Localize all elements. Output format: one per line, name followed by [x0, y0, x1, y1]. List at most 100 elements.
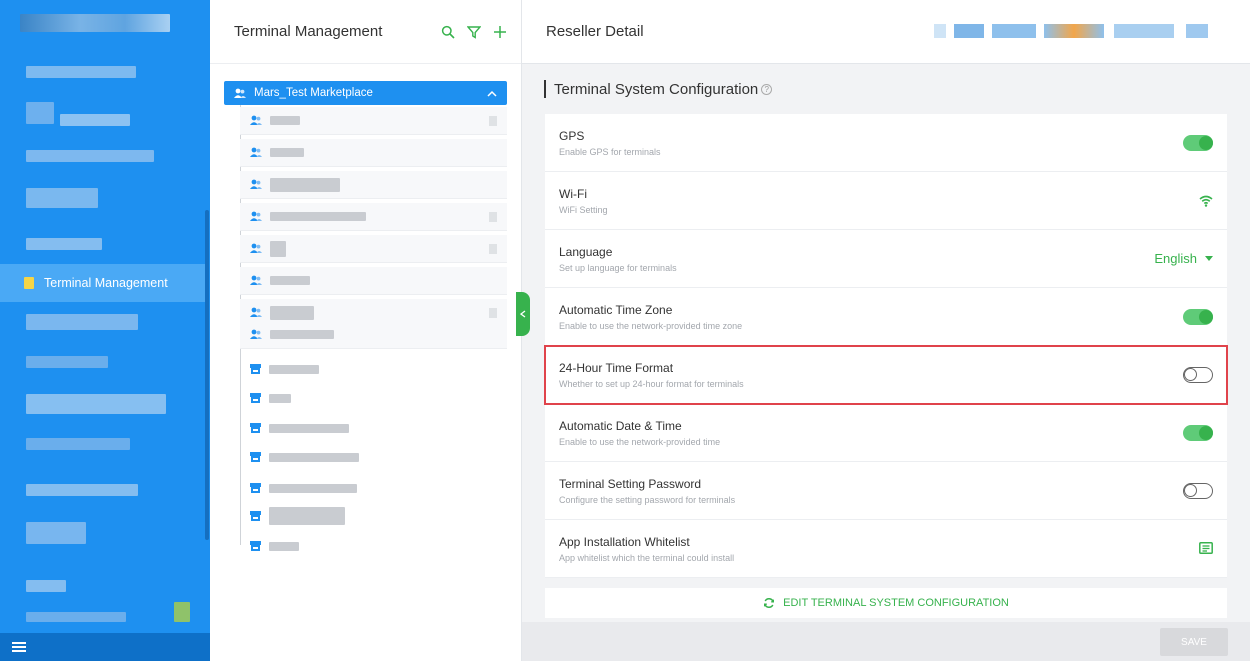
redacted-name — [270, 330, 334, 339]
config-name: Language — [559, 244, 613, 259]
tree-node-reseller[interactable] — [240, 321, 507, 349]
config-desc: Whether to set up 24-hour format for ter… — [559, 378, 744, 389]
redacted-name — [270, 212, 366, 221]
config-texts: Language Set up language for terminals — [559, 245, 1154, 273]
config-texts: 24-Hour Time Format Whether to set up 24… — [559, 361, 1183, 389]
sidebar-item[interactable] — [26, 484, 138, 496]
users-icon — [250, 115, 262, 125]
users-icon — [250, 307, 262, 317]
sidebar-item[interactable] — [26, 612, 126, 622]
sidebar-item[interactable] — [26, 150, 154, 162]
tree-node-merchant[interactable] — [240, 502, 507, 530]
sidebar-scrollbar[interactable] — [205, 210, 209, 540]
config-row-24-hour-format: 24-Hour Time Format Whether to set up 24… — [544, 345, 1228, 405]
toggle-knob — [1199, 425, 1213, 440]
redacted-name — [269, 507, 345, 525]
redacted-name — [269, 423, 349, 433]
setting-password-toggle[interactable] — [1183, 482, 1213, 499]
edit-config-button[interactable]: EDIT TERMINAL SYSTEM CONFIGURATION — [545, 588, 1227, 618]
redacted-badge — [489, 115, 497, 126]
detail-panel: Reseller Detail Terminal System Configur… — [522, 0, 1250, 661]
language-select[interactable]: English — [1154, 251, 1213, 266]
store-icon — [250, 452, 261, 462]
tree-node-reseller[interactable] — [240, 139, 507, 167]
users-icon — [250, 211, 262, 221]
add-icon[interactable] — [493, 25, 507, 39]
section-title-text: Terminal System Configuration — [554, 80, 759, 98]
sidebar-item[interactable] — [26, 238, 102, 250]
tree-node-reseller[interactable] — [240, 107, 507, 135]
sidebar-item[interactable] — [60, 114, 130, 126]
tree-panel-header: Terminal Management — [210, 0, 521, 64]
tree-node-merchant[interactable] — [240, 474, 507, 502]
users-icon — [250, 275, 262, 285]
users-icon — [234, 88, 246, 98]
config-name: GPS — [559, 128, 585, 143]
sidebar-item-terminal-management[interactable]: Terminal Management — [0, 264, 206, 302]
chevron-up-icon[interactable] — [487, 90, 497, 97]
sidebar-item[interactable] — [26, 314, 138, 330]
redacted-header — [1114, 24, 1174, 38]
auto-date-time-toggle[interactable] — [1183, 424, 1213, 441]
redacted-name — [270, 276, 310, 285]
users-icon — [250, 243, 262, 253]
tree-node-merchant[interactable] — [240, 532, 507, 560]
sidebar-item[interactable] — [174, 602, 190, 622]
auto-time-zone-toggle[interactable] — [1183, 308, 1213, 325]
store-icon — [250, 393, 261, 403]
list-icon[interactable] — [1199, 542, 1213, 555]
sidebar-item[interactable] — [26, 438, 130, 450]
section-title-bar — [544, 80, 546, 98]
config-row-wifi: Wi-Fi WiFi Setting — [545, 172, 1227, 230]
config-name: Automatic Time Zone — [559, 302, 673, 317]
config-row-auto-date-time: Automatic Date & Time Enable to use the … — [545, 404, 1227, 462]
tree-node-merchant[interactable] — [240, 414, 507, 442]
users-icon — [250, 329, 262, 339]
config-row-app-whitelist: App Installation Whitelist App whitelist… — [545, 520, 1227, 578]
tree-node-merchant[interactable] — [240, 355, 507, 383]
collapse-panel-button[interactable] — [516, 292, 530, 336]
sidebar-item[interactable] — [26, 522, 86, 544]
filter-icon[interactable] — [467, 25, 481, 39]
redacted-name — [270, 116, 300, 125]
page-title: Reseller Detail — [546, 23, 644, 40]
tree-root-label: Mars_Test Marketplace — [254, 87, 373, 99]
footer-bar: SAVE — [522, 622, 1250, 661]
config-row-gps: GPS Enable GPS for terminals — [545, 114, 1227, 172]
sidebar-item[interactable] — [26, 188, 98, 208]
24-hour-format-toggle[interactable] — [1183, 366, 1213, 383]
wifi-icon[interactable] — [1199, 195, 1213, 207]
save-button[interactable]: SAVE — [1160, 628, 1228, 656]
redacted-badge — [489, 307, 497, 318]
search-icon[interactable] — [441, 25, 455, 39]
tree-node-reseller[interactable] — [240, 267, 507, 295]
detail-header: Reseller Detail — [522, 0, 1250, 64]
store-icon — [250, 423, 261, 433]
sidebar-item[interactable] — [26, 66, 136, 78]
config-name: Wi-Fi — [559, 186, 587, 201]
tree-node-merchant[interactable] — [240, 443, 507, 471]
tree-node-reseller[interactable] — [240, 203, 507, 231]
config-texts: GPS Enable GPS for terminals — [559, 129, 1183, 157]
config-desc: WiFi Setting — [559, 204, 608, 215]
hamburger-icon[interactable] — [12, 642, 26, 652]
redacted-name — [270, 177, 340, 192]
config-name: App Installation Whitelist — [559, 534, 690, 549]
help-icon[interactable]: ? — [761, 83, 773, 95]
sidebar-item[interactable] — [26, 580, 66, 592]
config-desc: Enable GPS for terminals — [559, 146, 661, 157]
tree-root-node[interactable]: Mars_Test Marketplace — [224, 81, 507, 105]
users-icon — [250, 147, 262, 157]
gps-toggle[interactable] — [1183, 134, 1213, 151]
sidebar-item[interactable] — [26, 356, 108, 368]
sidebar-item[interactable] — [26, 102, 54, 124]
tree-panel-title: Terminal Management — [234, 23, 383, 40]
tree-node-reseller[interactable] — [240, 171, 507, 199]
redacted-badge — [489, 211, 497, 222]
sidebar-footer — [0, 633, 210, 661]
store-icon — [250, 511, 261, 521]
sidebar-item[interactable] — [26, 394, 166, 414]
redacted-name — [270, 148, 304, 157]
tree-node-merchant[interactable] — [240, 384, 507, 412]
tree-node-reseller[interactable] — [240, 235, 507, 263]
